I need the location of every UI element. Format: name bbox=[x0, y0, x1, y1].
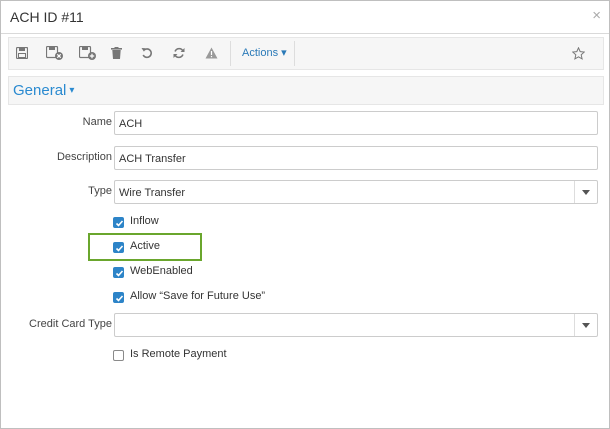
general-section-header[interactable]: General ▾ bbox=[8, 76, 604, 105]
actions-menu[interactable]: Actions ▾ bbox=[242, 46, 287, 59]
save-icon[interactable] bbox=[13, 44, 31, 62]
active-highlight-box bbox=[88, 233, 202, 261]
is-remote-payment-label: Is Remote Payment bbox=[130, 348, 227, 360]
save-for-future-use-checkbox[interactable] bbox=[113, 292, 124, 303]
refresh-icon[interactable] bbox=[170, 44, 188, 62]
section-title[interactable]: General ▾ bbox=[13, 82, 74, 99]
dialog-title: ACH ID #11 bbox=[10, 9, 84, 25]
is-remote-payment-checkbox[interactable] bbox=[113, 350, 124, 361]
ach-dialog: ACH ID #11 × Actions ▾ General ▾ Name AC… bbox=[0, 0, 610, 429]
inflow-checkbox[interactable] bbox=[113, 217, 124, 228]
toolbar: Actions ▾ bbox=[8, 37, 604, 70]
webenabled-label: WebEnabled bbox=[130, 265, 193, 277]
chevron-down-icon[interactable] bbox=[574, 181, 597, 203]
save-and-close-icon[interactable] bbox=[46, 44, 64, 62]
chevron-down-icon[interactable] bbox=[574, 314, 597, 336]
star-icon[interactable] bbox=[569, 44, 587, 62]
toolbar-divider bbox=[294, 41, 295, 66]
inflow-label: Inflow bbox=[130, 215, 159, 227]
description-field[interactable]: ACH Transfer bbox=[114, 146, 598, 170]
type-label: Type bbox=[88, 185, 112, 197]
type-select[interactable]: Wire Transfer bbox=[114, 180, 598, 204]
save-and-new-icon[interactable] bbox=[79, 44, 97, 62]
type-select-value: Wire Transfer bbox=[119, 187, 186, 199]
description-label: Description bbox=[56, 151, 112, 163]
credit-card-type-label: Credit Card Type bbox=[29, 318, 112, 330]
name-field[interactable]: ACH bbox=[114, 111, 598, 135]
delete-icon[interactable] bbox=[107, 44, 125, 62]
credit-card-type-select[interactable] bbox=[114, 313, 598, 337]
chevron-down-icon: ▾ bbox=[69, 85, 75, 96]
dialog-titlebar: ACH ID #11 × bbox=[1, 1, 609, 34]
save-for-future-use-label: Allow “Save for Future Use” bbox=[130, 290, 266, 302]
name-label: Name bbox=[82, 116, 112, 128]
toolbar-divider bbox=[230, 41, 231, 66]
section-title-text: General bbox=[13, 82, 67, 99]
close-icon[interactable]: × bbox=[592, 8, 601, 24]
undo-icon[interactable] bbox=[138, 44, 156, 62]
webenabled-checkbox[interactable] bbox=[113, 267, 124, 278]
warning-icon[interactable] bbox=[202, 44, 220, 62]
